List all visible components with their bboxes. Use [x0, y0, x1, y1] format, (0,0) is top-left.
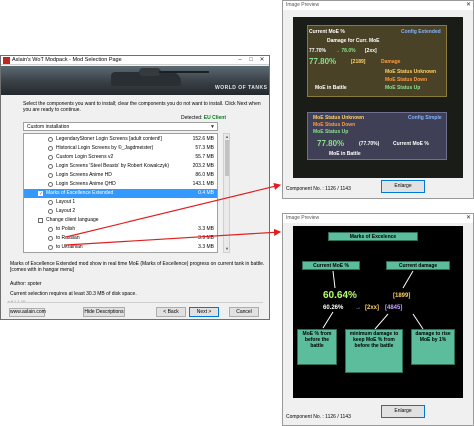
arrow-layout-1 — [65, 182, 282, 238]
arrow-layout-2 — [65, 228, 282, 246]
callout-arrows — [65, 182, 282, 246]
